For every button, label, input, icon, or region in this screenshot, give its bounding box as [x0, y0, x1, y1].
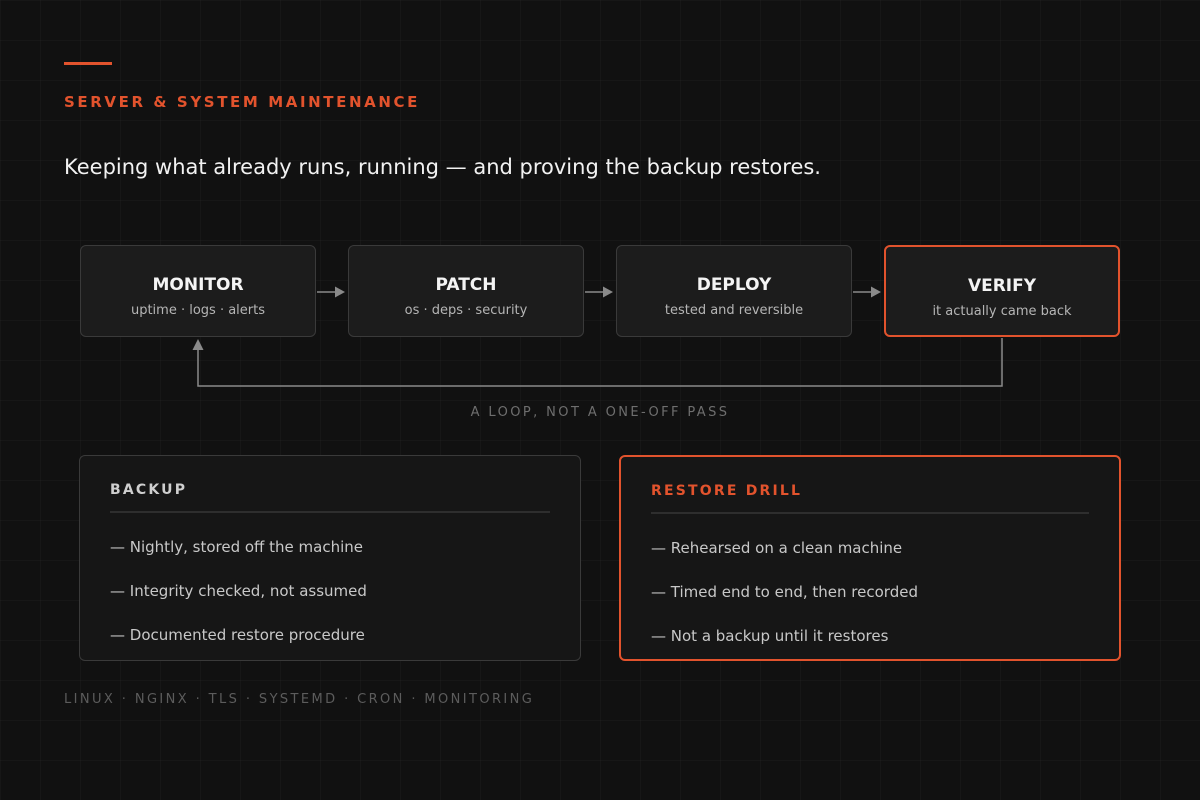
flow-step-monitor: MONITOR uptime · logs · alerts — [80, 245, 316, 337]
page-headline: Keeping what already runs, running — and… — [64, 155, 821, 179]
flow-step-patch: PATCH os · deps · security — [348, 245, 584, 337]
flow-step-subtitle: it actually came back — [932, 304, 1072, 319]
restore-drill-card: RESTORE DRILL — Rehearsed on a clean mac… — [619, 455, 1121, 661]
accent-bar — [64, 62, 112, 65]
loop-return-path — [197, 338, 1003, 387]
list-item: — Nightly, stored off the machine — [110, 538, 364, 556]
flow-step-subtitle: uptime · logs · alerts — [130, 303, 266, 318]
list-item: — Integrity checked, not assumed — [110, 582, 367, 600]
arrowhead-up-icon — [192, 339, 204, 350]
card-divider — [651, 512, 1089, 514]
flow-connectors — [192, 286, 1003, 387]
arrowhead-icon — [335, 286, 345, 298]
tech-stack-footer: LINUX · NGINX · TLS · SYSTEMD · CRON · M… — [64, 692, 535, 707]
card-divider — [110, 511, 550, 513]
arrowhead-icon — [871, 286, 881, 298]
flow-step-title: VERIFY — [967, 276, 1037, 296]
flow-step-title: MONITOR — [152, 275, 244, 295]
card-list: — Nightly, stored off the machine — Inte… — [110, 538, 367, 670]
list-item: — Documented restore procedure — [110, 626, 365, 644]
list-item: — Timed end to end, then recorded — [651, 583, 918, 601]
flow-step-title: PATCH — [435, 275, 497, 295]
flow-step-title: DEPLOY — [696, 275, 772, 295]
flow-step-subtitle: os · deps · security — [404, 303, 528, 318]
loop-label: A LOOP, NOT A ONE-OFF PASS — [470, 405, 730, 420]
list-item: — Not a backup until it restores — [651, 627, 889, 645]
list-item: — Rehearsed on a clean machine — [651, 539, 903, 557]
card-title: BACKUP — [110, 482, 188, 498]
arrowhead-icon — [603, 286, 613, 298]
card-list: — Rehearsed on a clean machine — Timed e… — [651, 539, 918, 671]
flow-step-deploy: DEPLOY tested and reversible — [616, 245, 852, 337]
flow-step-verify: VERIFY it actually came back — [884, 245, 1120, 337]
backup-card: BACKUP — Nightly, stored off the machine… — [79, 455, 581, 661]
card-title: RESTORE DRILL — [651, 483, 803, 499]
section-eyebrow: SERVER & SYSTEM MAINTENANCE — [64, 93, 420, 111]
flow-step-subtitle: tested and reversible — [664, 303, 804, 318]
